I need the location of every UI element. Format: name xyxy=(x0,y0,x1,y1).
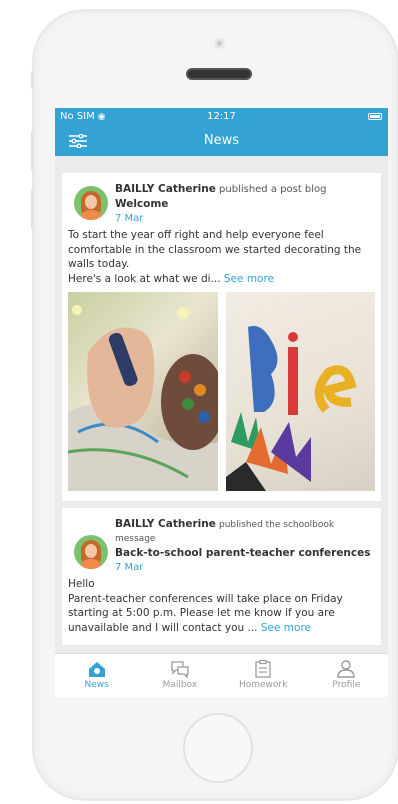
card-header: BAILLY Catherine published the schoolboo… xyxy=(68,517,375,573)
status-time: 12:17 xyxy=(207,111,236,122)
chat-icon xyxy=(171,661,189,678)
tab-mailbox[interactable]: Mailbox xyxy=(138,654,221,697)
mute-switch xyxy=(31,71,34,89)
volume-down-button xyxy=(31,189,34,229)
post-body: Hello Parent-teacher conferences will ta… xyxy=(68,578,343,634)
tab-news[interactable]: News xyxy=(55,654,138,697)
status-bar: No SIM ◉ 12:17 xyxy=(55,108,388,126)
post-date: 7 Mar xyxy=(115,562,144,573)
post-date: 7 Mar xyxy=(115,213,144,224)
see-more-link[interactable]: See more xyxy=(261,622,311,634)
photo-gallery xyxy=(68,292,375,491)
volume-up-button xyxy=(31,131,34,171)
home-button[interactable] xyxy=(183,713,253,783)
card-header: BAILLY Catherine published a post blog W… xyxy=(68,182,375,224)
post-title[interactable]: Welcome xyxy=(115,198,168,210)
post-body: To start the year off right and help eve… xyxy=(68,229,362,285)
photo-letters-wall[interactable] xyxy=(225,292,375,491)
news-card[interactable]: BAILLY Catherine published a post blog W… xyxy=(62,173,381,501)
user-icon xyxy=(337,660,356,678)
author-name[interactable]: BAILLY Catherine xyxy=(115,183,216,195)
news-card[interactable]: BAILLY Catherine published the schoolboo… xyxy=(62,508,381,645)
photo-hand-drawing[interactable] xyxy=(68,292,218,491)
tab-profile[interactable]: Profile xyxy=(305,654,388,697)
see-more-link[interactable]: See more xyxy=(224,273,274,285)
earpiece-speaker xyxy=(186,68,252,80)
app-screen: No SIM ◉ 12:17 News BAILLY Catherine publ… xyxy=(55,108,388,697)
front-camera xyxy=(214,38,225,49)
tab-homework[interactable]: Homework xyxy=(222,654,305,697)
avatar[interactable] xyxy=(74,186,108,220)
battery-icon xyxy=(368,113,382,120)
top-navbar: News xyxy=(55,126,388,156)
author-name[interactable]: BAILLY Catherine xyxy=(115,518,216,530)
post-title[interactable]: Back-to-school parent-teacher conference… xyxy=(115,547,370,559)
clipboard-icon xyxy=(255,660,271,678)
news-feed[interactable]: BAILLY Catherine published a post blog W… xyxy=(55,166,388,653)
bottom-tab-bar: News Mailbox Homework Profile xyxy=(55,653,388,697)
post-action: published a post blog xyxy=(219,184,327,195)
avatar[interactable] xyxy=(74,535,108,569)
home-icon xyxy=(88,662,105,677)
page-title: News xyxy=(203,133,240,148)
